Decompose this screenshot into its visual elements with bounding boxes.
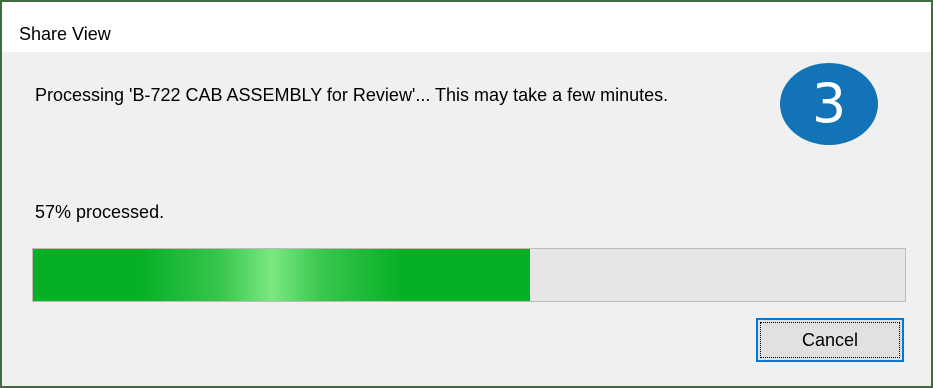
window-title: Share View — [19, 24, 111, 44]
processing-message: Processing 'B-722 CAB ASSEMBLY for Revie… — [35, 85, 669, 105]
title-bar: Share View — [2, 2, 931, 52]
progress-bar-fill — [33, 249, 531, 301]
share-view-dialog: Share View Processing 'B-722 CAB ASSEMBL… — [0, 0, 933, 388]
progress-bar — [32, 248, 906, 302]
cancel-button[interactable]: Cancel — [756, 318, 904, 362]
progress-status-text: 57% processed. — [35, 202, 165, 222]
cancel-button-label: Cancel — [801, 330, 859, 350]
step-number-badge: 3 — [780, 63, 878, 145]
